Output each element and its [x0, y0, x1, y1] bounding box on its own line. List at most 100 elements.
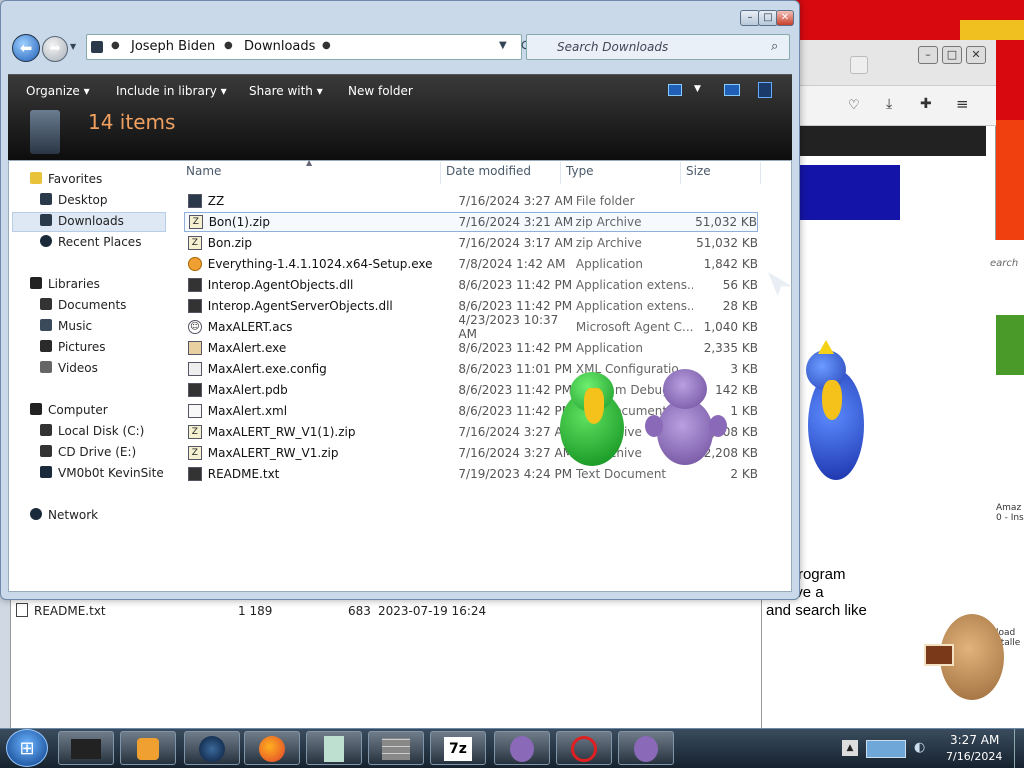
taskbar-blocked-button[interactable]	[556, 731, 612, 765]
nav-recent-places[interactable]: Recent Places	[40, 235, 141, 249]
browser-blue-banner	[790, 165, 900, 220]
taskbar-7zip-button[interactable]: 7z	[430, 731, 486, 765]
include-in-library-button[interactable]: Include in library ▾	[116, 84, 227, 98]
column-divider[interactable]	[560, 162, 561, 184]
maximize-icon[interactable]: □	[942, 46, 962, 64]
documents-icon	[40, 298, 52, 310]
nav-downloads[interactable]: Downloads	[40, 214, 124, 228]
clock-time[interactable]: 3:27 AM	[950, 733, 999, 747]
taskbar-bonzi-button[interactable]	[494, 731, 550, 765]
help-icon[interactable]	[758, 82, 772, 98]
desktop-icon	[40, 193, 52, 205]
file-row[interactable]: MaxAlert.exe 8/6/2023 11:42 PM Application…	[184, 338, 758, 358]
taskbar-media-button[interactable]	[120, 731, 176, 765]
xml-file-icon	[188, 404, 202, 418]
view-icon[interactable]	[668, 84, 682, 96]
file-row[interactable]: Z Bon.zip 7/16/2024 3:17 AM zip Archive 51,0…	[184, 233, 758, 253]
taskbar-notepad-button[interactable]	[306, 731, 362, 765]
breadcrumb-item[interactable]: Downloads	[244, 39, 315, 54]
file-row[interactable]: ☺ MaxALERT.acs 4/23/2023 10:37 AM Microsoft…	[184, 313, 758, 341]
back-button[interactable]: ⬅	[12, 34, 40, 62]
taskbar-wall-button[interactable]	[368, 731, 424, 765]
nav-local-disk[interactable]: Local Disk (C:)	[40, 424, 144, 438]
close-icon[interactable]: ✕	[776, 10, 794, 26]
nav-documents[interactable]: Documents	[40, 298, 126, 312]
nav-favorites[interactable]: Favorites	[30, 172, 102, 186]
new-folder-button[interactable]: New folder	[348, 84, 413, 98]
side-search-text: earch	[990, 258, 1019, 269]
folder-icon	[188, 194, 202, 208]
extensions-icon[interactable]: ✚	[920, 96, 932, 112]
file-row[interactable]: Everything-1.4.1.1024.x64-Setup.exe 7/8/2…	[184, 254, 758, 274]
taskbar-globe-button[interactable]	[184, 731, 240, 765]
preview-pane-icon[interactable]	[724, 84, 740, 96]
tray-overflow-icon[interactable]: ▲	[842, 740, 858, 756]
minimize-icon[interactable]: –	[740, 10, 760, 26]
taskbar-firefox-button[interactable]	[244, 731, 300, 765]
address-dropdown-icon[interactable]: ▼	[499, 40, 507, 51]
column-header-date[interactable]: Date modified	[446, 164, 531, 178]
globe-icon	[199, 735, 225, 762]
search-icon[interactable]: ⌕	[771, 39, 778, 54]
column-divider[interactable]	[680, 162, 681, 184]
minimize-icon[interactable]: –	[918, 46, 938, 64]
bonzi-icon	[510, 735, 534, 762]
bonzi-icon	[634, 735, 658, 762]
hamster-icon	[910, 604, 1010, 704]
archive-item-packed: 683	[348, 604, 371, 618]
view-dropdown-icon[interactable]: ▼	[694, 84, 701, 94]
start-button[interactable]: ⊞	[6, 729, 48, 767]
cd-drive-icon	[40, 445, 52, 457]
file-row[interactable]: Interop.AgentObjects.dll 8/6/2023 11:42 P…	[184, 275, 758, 295]
archive-item-size: 1 189	[238, 604, 273, 618]
nav-libraries[interactable]: Libraries	[30, 277, 100, 291]
clock-date[interactable]: 7/16/2024	[946, 750, 1002, 763]
nav-computer[interactable]: Computer	[30, 403, 108, 417]
close-icon[interactable]: ✕	[966, 46, 986, 64]
column-divider[interactable]	[760, 162, 761, 184]
dll-file-icon	[188, 299, 202, 313]
explorer-icon	[71, 738, 101, 759]
nav-network[interactable]: Network	[30, 508, 98, 522]
config-file-icon	[188, 362, 202, 376]
dll-file-icon	[188, 278, 202, 292]
nav-pictures[interactable]: Pictures	[40, 340, 106, 354]
breadcrumb-item[interactable]: Joseph Biden	[131, 39, 215, 54]
column-header-size[interactable]: Size	[686, 164, 711, 178]
history-dropdown-icon[interactable]: ▼	[70, 42, 76, 51]
nav-desktop[interactable]: Desktop	[40, 193, 108, 207]
nav-music[interactable]: Music	[40, 319, 92, 333]
green-parrot-icon[interactable]	[556, 370, 630, 470]
forward-button[interactable]: ➡	[42, 36, 68, 62]
column-header-type[interactable]: Type	[566, 164, 594, 178]
computer-icon	[30, 403, 42, 415]
search-input[interactable]: Search Downloads ⌕	[526, 34, 790, 60]
share-with-button[interactable]: Share with ▾	[249, 84, 323, 98]
menu-icon[interactable]: ≡	[956, 95, 969, 113]
downloads-folder-icon	[30, 110, 60, 154]
download-icon[interactable]: ⤓	[886, 96, 892, 112]
blocked-icon	[571, 735, 597, 762]
tray-network-icon[interactable]	[866, 740, 906, 758]
tray-volume-icon[interactable]: ◐	[914, 740, 930, 756]
archive-item-name[interactable]: README.txt	[34, 604, 106, 618]
zip-file-icon: Z	[188, 425, 202, 439]
search-app-icon	[188, 257, 202, 271]
tab-icon[interactable]	[850, 56, 868, 74]
zip-file-icon: Z	[188, 446, 202, 460]
show-desktop-button[interactable]	[1014, 729, 1024, 768]
file-row[interactable]: ZZ 7/16/2024 3:27 AM File folder	[184, 191, 758, 211]
purple-gorilla-icon[interactable]	[645, 365, 727, 477]
column-divider[interactable]	[440, 162, 441, 184]
maximize-icon[interactable]: □	[758, 10, 778, 26]
pocket-icon[interactable]: ♡	[848, 98, 860, 113]
column-header-name[interactable]: Name	[186, 164, 221, 178]
taskbar-explorer-button[interactable]	[58, 731, 114, 765]
taskbar-bonzi-button-2[interactable]	[618, 731, 674, 765]
organize-button[interactable]: Organize ▾	[26, 84, 90, 98]
nav-vm-site[interactable]: VM0b0t KevinSite	[40, 466, 164, 480]
address-bar[interactable]: ● Joseph Biden ● Downloads ● ▼ ⟳	[86, 34, 533, 60]
nav-cd-drive[interactable]: CD Drive (E:)	[40, 445, 136, 459]
file-row[interactable]: Z Bon(1).zip 7/16/2024 3:21 AM zip Archive 5…	[184, 212, 758, 232]
nav-videos[interactable]: Videos	[40, 361, 98, 375]
